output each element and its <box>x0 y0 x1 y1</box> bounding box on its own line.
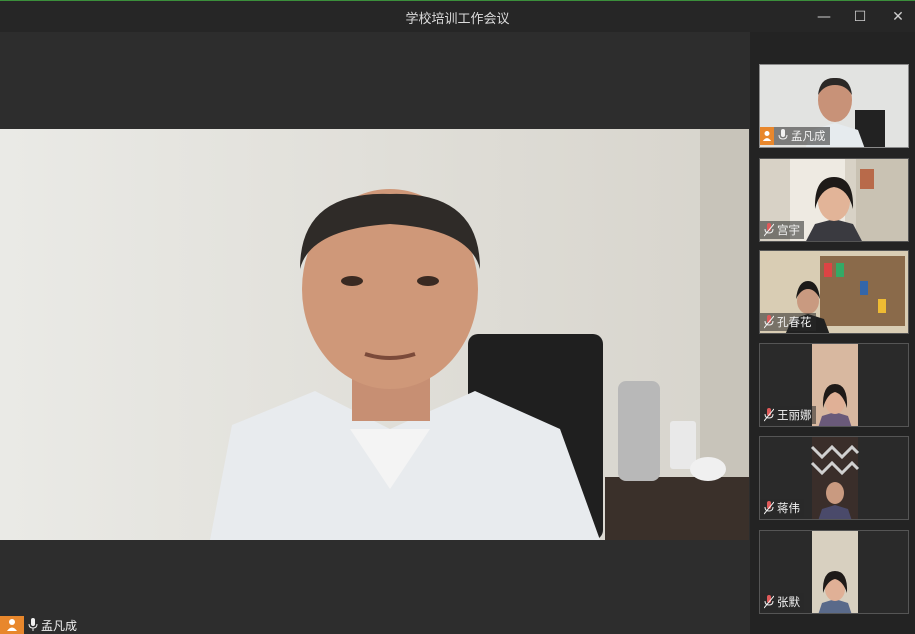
maximize-button[interactable]: ☐ <box>846 5 874 29</box>
participant-tile[interactable]: 王丽娜 <box>759 343 909 427</box>
participant-name: 宫宇 <box>777 223 800 237</box>
minimize-button[interactable]: — <box>810 5 838 29</box>
participant-label: 孟凡成 <box>760 127 830 145</box>
participant-name: 王丽娜 <box>777 408 812 422</box>
main-video-frame <box>0 129 749 540</box>
participant-tile[interactable]: 张默 <box>759 530 909 614</box>
muted-microphone-icon <box>764 408 774 422</box>
participant-tile[interactable]: 蒋伟 <box>759 436 909 520</box>
muted-microphone-icon <box>764 315 774 329</box>
close-button[interactable]: ✕ <box>884 5 912 29</box>
participant-tile[interactable]: 孔春花 <box>759 250 909 334</box>
participant-tile[interactable]: 孟凡成 <box>759 64 909 148</box>
host-icon <box>0 616 24 634</box>
main-speaker-video[interactable] <box>0 129 749 540</box>
participant-tile[interactable]: 宫宇 <box>759 158 909 242</box>
participant-name: 孟凡成 <box>791 129 826 143</box>
host-icon <box>760 127 774 145</box>
participant-label: 张默 <box>760 593 804 611</box>
main-video-stage: 孟凡成 <box>0 32 750 634</box>
microphone-icon <box>778 129 788 140</box>
window-title: 学校培训工作会议 <box>405 12 510 27</box>
main-speaker-label: 孟凡成 <box>0 616 77 634</box>
microphone-icon <box>28 618 38 631</box>
participant-sidebar: 孟凡成 宫宇 孔春花 王丽娜 蒋伟 张默 <box>750 32 915 634</box>
participant-label: 宫宇 <box>760 221 804 239</box>
title-bar: 学校培训工作会议 — ☐ ✕ <box>0 0 915 32</box>
participant-label: 王丽娜 <box>760 406 816 424</box>
participant-name: 张默 <box>777 595 800 609</box>
main-speaker-name: 孟凡成 <box>41 618 78 633</box>
participant-name: 蒋伟 <box>777 501 800 515</box>
muted-microphone-icon <box>764 595 774 609</box>
muted-microphone-icon <box>764 501 774 515</box>
participant-name: 孔春花 <box>777 315 812 329</box>
participant-label: 孔春花 <box>760 313 816 331</box>
participant-label: 蒋伟 <box>760 499 804 517</box>
muted-microphone-icon <box>764 223 774 237</box>
